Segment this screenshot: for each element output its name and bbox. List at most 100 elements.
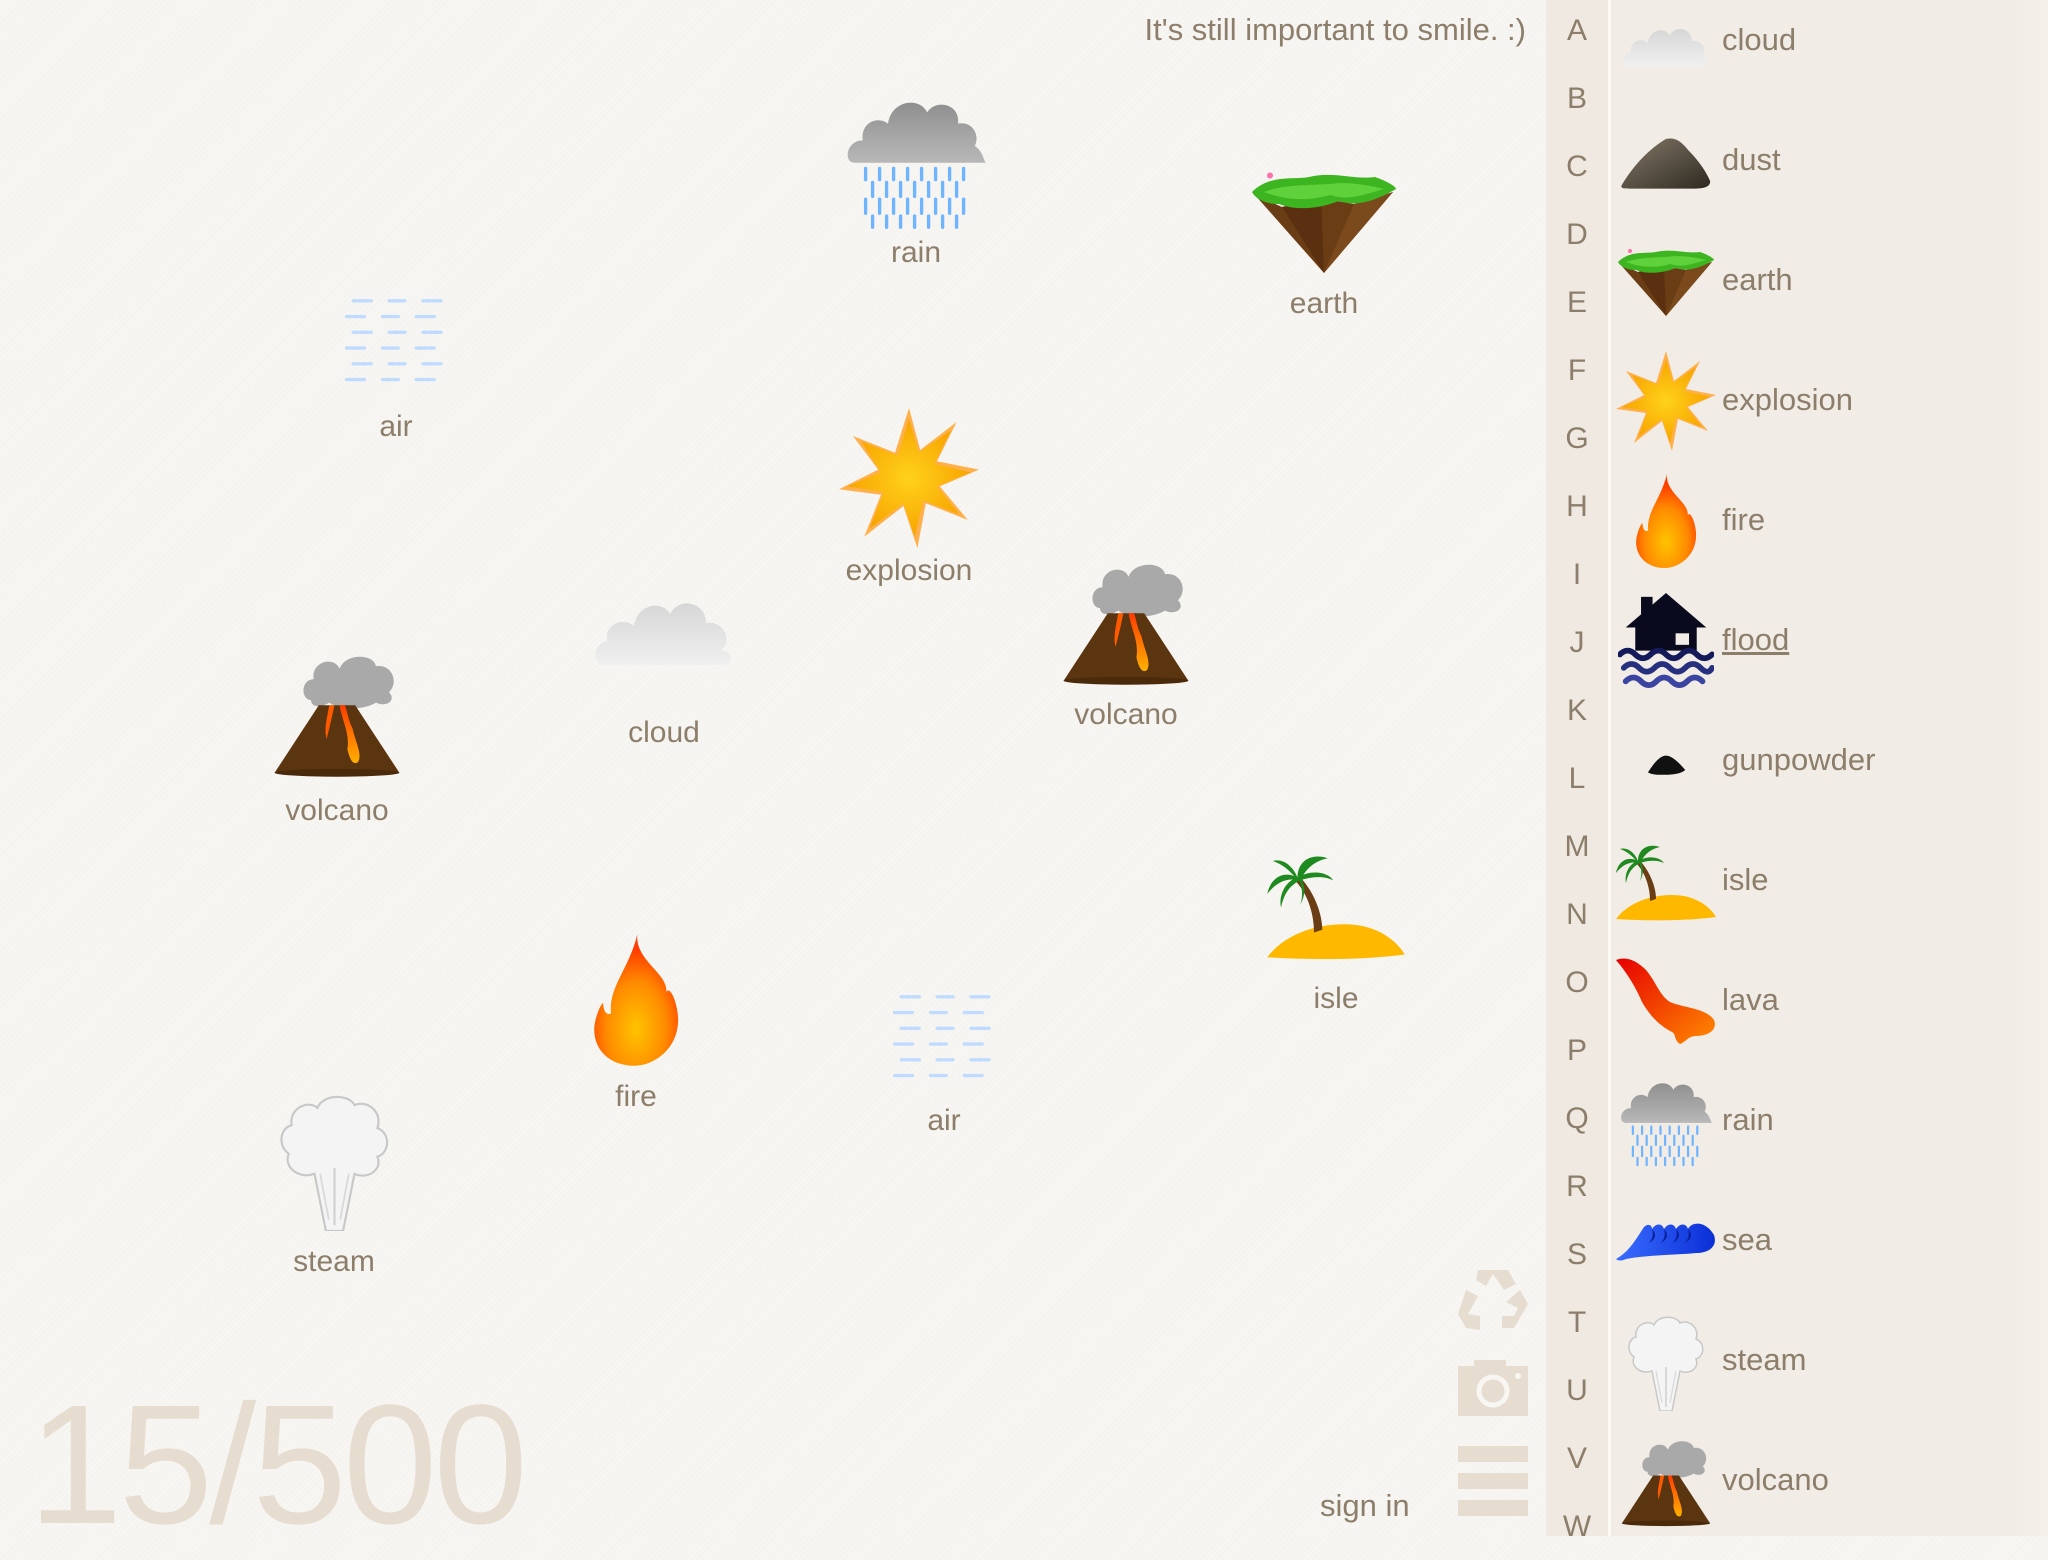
library-item-label: fire: [1722, 502, 1766, 537]
steam-icon: [1616, 1306, 1716, 1416]
earth-icon: [1249, 168, 1399, 273]
library-item-lava[interactable]: lava: [1611, 946, 2031, 1056]
alphabet-letter-g[interactable]: G: [1546, 422, 1608, 456]
element-label: rain: [890, 236, 942, 269]
alphabet-letter-f[interactable]: F: [1546, 354, 1608, 388]
alphabet-letter-d[interactable]: D: [1546, 218, 1608, 252]
alphabet-letter-s[interactable]: S: [1546, 1238, 1608, 1272]
alphabet-letter-r[interactable]: R: [1546, 1170, 1608, 1204]
library-item-dust[interactable]: dust: [1611, 106, 2031, 216]
workspace-element-isle[interactable]: isle: [1256, 850, 1416, 1016]
alphabet-letter-a[interactable]: A: [1546, 14, 1608, 48]
recycle-icon: [1458, 1270, 1528, 1330]
library-item-label: explosion: [1722, 382, 1853, 417]
library-item-label: isle: [1722, 862, 1769, 897]
library-item-label: flood: [1722, 622, 1790, 657]
rain-icon: [846, 90, 986, 230]
library-item-sea[interactable]: sea: [1611, 1186, 2031, 1296]
alphabet-letter-k[interactable]: K: [1546, 694, 1608, 728]
library-item-steam[interactable]: steam: [1611, 1306, 2031, 1416]
element-label: volcano: [285, 794, 389, 827]
volcano-icon: [1616, 1426, 1716, 1536]
workspace-element-rain[interactable]: rain: [836, 90, 996, 270]
sign-in-link[interactable]: sign in: [1320, 1488, 1410, 1524]
workspace-element-air[interactable]: air: [316, 294, 476, 444]
screenshot-button[interactable]: [1458, 1360, 1528, 1416]
workspace[interactable]: It's still important to smile. :) rain e…: [0, 0, 1546, 1550]
recycle-button[interactable]: [1458, 1268, 1528, 1332]
workspace-element-fire[interactable]: fire: [556, 934, 716, 1114]
library-item-label: steam: [1722, 1342, 1807, 1377]
element-label: air: [927, 1104, 961, 1137]
air-icon: [884, 990, 1004, 1080]
library-item-earth[interactable]: earth: [1611, 226, 2031, 336]
progress-counter: 15/500: [28, 1370, 528, 1560]
hint-text: It's still important to smile. :): [1144, 12, 1526, 47]
library-item-label: volcano: [1722, 1462, 1829, 1497]
alphabet-letter-q[interactable]: Q: [1546, 1102, 1608, 1136]
alphabet-letter-v[interactable]: V: [1546, 1442, 1608, 1476]
alphabet-letter-p[interactable]: P: [1546, 1034, 1608, 1068]
isle-icon: [1261, 850, 1411, 960]
library-item-explosion[interactable]: explosion: [1611, 346, 2031, 456]
library-item-label: cloud: [1722, 22, 1797, 57]
lava-icon: [1616, 946, 1716, 1056]
element-label: air: [379, 410, 413, 443]
explosion-icon: [839, 408, 979, 548]
flood-icon: [1616, 586, 1716, 696]
library-item-label: lava: [1722, 982, 1779, 1017]
isle-icon: [1616, 826, 1716, 936]
element-label: cloud: [628, 716, 700, 749]
workspace-element-explosion[interactable]: explosion: [829, 408, 989, 588]
library-item-flood[interactable]: flood: [1611, 586, 2031, 696]
library-item-fire[interactable]: fire: [1611, 466, 2031, 576]
element-library[interactable]: cloud dust earth explosion fire flood gunpowde…: [1611, 0, 2048, 1536]
earth-icon: [1616, 226, 1716, 336]
library-item-label: rain: [1722, 1102, 1774, 1137]
alphabet-letter-b[interactable]: B: [1546, 82, 1608, 116]
alphabet-letter-u[interactable]: U: [1546, 1374, 1608, 1408]
alphabet-index[interactable]: ABCDEFGHIJKLMNOPQRSTUVW: [1546, 0, 1611, 1543]
library-item-label: dust: [1722, 142, 1781, 177]
alphabet-letter-h[interactable]: H: [1546, 490, 1608, 524]
air-icon: [336, 294, 456, 384]
cloud-icon: [1616, 0, 1716, 96]
library-item-cloud[interactable]: cloud: [1611, 0, 2031, 96]
explosion-icon: [1616, 346, 1716, 456]
library-item-label: gunpowder: [1722, 742, 1876, 777]
steam-icon: [277, 1088, 392, 1231]
rain-icon: [1616, 1066, 1716, 1176]
alphabet-letter-c[interactable]: C: [1546, 150, 1608, 184]
element-label: explosion: [845, 554, 973, 587]
library-item-label: sea: [1722, 1222, 1772, 1257]
fire-icon: [1616, 466, 1716, 576]
element-label: steam: [293, 1245, 375, 1278]
library-item-gunpowder[interactable]: gunpowder: [1611, 706, 2031, 816]
alphabet-letter-e[interactable]: E: [1546, 286, 1608, 320]
workspace-element-earth[interactable]: earth: [1244, 168, 1404, 321]
cloud-icon: [589, 578, 739, 668]
element-label: volcano: [1074, 698, 1178, 731]
workspace-element-cloud[interactable]: cloud: [584, 578, 744, 750]
workspace-element-steam[interactable]: steam: [254, 1088, 414, 1279]
alphabet-letter-t[interactable]: T: [1546, 1306, 1608, 1340]
workspace-element-air[interactable]: air: [864, 990, 1024, 1138]
library-item-label: earth: [1722, 262, 1793, 297]
element-label: isle: [1313, 982, 1359, 1015]
alphabet-letter-i[interactable]: I: [1546, 558, 1608, 592]
library-item-volcano[interactable]: volcano: [1611, 1426, 2031, 1536]
alphabet-letter-w[interactable]: W: [1546, 1510, 1608, 1544]
alphabet-letter-o[interactable]: O: [1546, 966, 1608, 1000]
gunpowder-icon: [1616, 706, 1716, 816]
alphabet-letter-j[interactable]: J: [1546, 626, 1608, 660]
alphabet-letter-m[interactable]: M: [1546, 830, 1608, 864]
workspace-element-volcano[interactable]: volcano: [1046, 556, 1206, 732]
alphabet-letter-l[interactable]: L: [1546, 762, 1608, 796]
workspace-element-volcano[interactable]: volcano: [257, 648, 417, 828]
alphabet-letter-n[interactable]: N: [1546, 898, 1608, 932]
menu-icon: [1458, 1446, 1528, 1516]
library-item-rain[interactable]: rain: [1611, 1066, 2031, 1176]
menu-button[interactable]: [1458, 1446, 1528, 1516]
dust-icon: [1616, 106, 1716, 216]
library-item-isle[interactable]: isle: [1611, 826, 2031, 936]
